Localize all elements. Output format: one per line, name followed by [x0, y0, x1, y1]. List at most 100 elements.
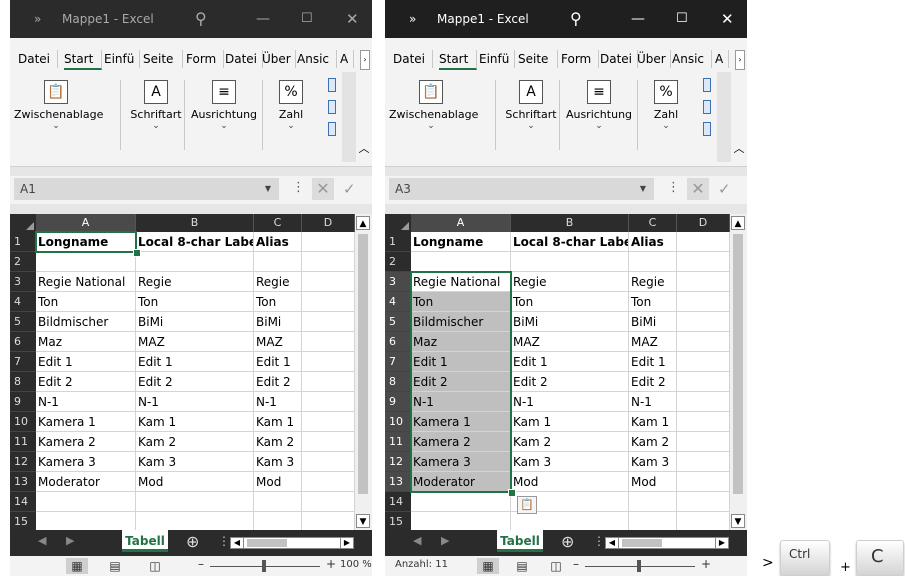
cell-c10[interactable]: Kam 1	[629, 412, 677, 432]
cell-b2[interactable]	[136, 252, 254, 272]
scroll-right-icon[interactable]: ▶	[715, 538, 728, 548]
styles-icon[interactable]	[703, 78, 711, 142]
cell-b8[interactable]: Edit 2	[136, 372, 254, 392]
cell-b7[interactable]: Edit 1	[511, 352, 629, 372]
cell-a1[interactable]: Longname	[36, 232, 136, 252]
cell-c1[interactable]: Alias	[254, 232, 302, 252]
cell-d13[interactable]	[677, 472, 730, 492]
cell-c4[interactable]: Ton	[629, 292, 677, 312]
cell-a6[interactable]: Maz	[36, 332, 136, 352]
cell-b11[interactable]: Kam 2	[136, 432, 254, 452]
vertical-scrollbar[interactable]: ▲ ▼	[355, 214, 372, 530]
cell-a2[interactable]	[36, 252, 136, 272]
sheet-tab[interactable]: Tabell	[122, 530, 168, 552]
ribbon-scroll[interactable]	[342, 72, 356, 162]
cell-b6[interactable]: MAZ	[511, 332, 629, 352]
tab-daten[interactable]: Datei	[600, 50, 638, 68]
close-icon[interactable]: ✕	[721, 0, 734, 38]
cell-c6[interactable]: MAZ	[629, 332, 677, 352]
cell-a3[interactable]: Regie National	[36, 272, 136, 292]
row-header[interactable]: 12	[385, 452, 411, 472]
cell-d7[interactable]	[677, 352, 730, 372]
cell-c1[interactable]: Alias	[629, 232, 677, 252]
cell-c12[interactable]: Kam 3	[254, 452, 302, 472]
row-header[interactable]: 11	[10, 432, 36, 452]
cell-b3[interactable]: Regie	[511, 272, 629, 292]
collapse-ribbon-icon[interactable]: ︿	[356, 140, 372, 160]
tab-formeln[interactable]: Form	[561, 50, 599, 68]
row-header[interactable]: 8	[10, 372, 36, 392]
scroll-down-icon[interactable]: ▼	[356, 514, 370, 528]
cell-a12[interactable]: Kamera 3	[36, 452, 136, 472]
cell-b11[interactable]: Kam 2	[511, 432, 629, 452]
cell-a4[interactable]: Ton	[411, 292, 511, 312]
row-header[interactable]: 2	[385, 252, 411, 272]
column-header-a[interactable]: A	[36, 214, 136, 232]
row-header[interactable]: 7	[385, 352, 411, 372]
row-header[interactable]: 6	[10, 332, 36, 352]
caret-down-icon[interactable]: ▼	[640, 178, 646, 200]
cell-a11[interactable]: Kamera 2	[36, 432, 136, 452]
tab-formeln[interactable]: Form	[186, 50, 224, 68]
cell-a14[interactable]	[411, 492, 511, 512]
cell-c11[interactable]: Kam 2	[629, 432, 677, 452]
cell-d14[interactable]	[302, 492, 355, 512]
row-header[interactable]: 4	[385, 292, 411, 312]
sheet-prev-icon[interactable]: ◀	[38, 534, 46, 547]
tab-start[interactable]: Start	[64, 50, 102, 70]
cell-d6[interactable]	[302, 332, 355, 352]
ribbon-group-font[interactable]: A Schriftart ⌄	[126, 80, 186, 131]
scroll-down-icon[interactable]: ▼	[731, 514, 745, 528]
name-box[interactable]: A1 ▼	[14, 178, 279, 200]
column-header-c[interactable]: C	[629, 214, 677, 232]
caret-down-icon[interactable]: ▼	[265, 178, 271, 200]
search-icon[interactable]: ⚲	[195, 0, 207, 38]
cell-a15[interactable]	[36, 512, 136, 530]
vertical-scrollbar[interactable]: ▲ ▼	[730, 214, 747, 530]
page-break-view-icon[interactable]: ◫	[144, 558, 166, 574]
tab-ansicht[interactable]: Ansic	[297, 50, 337, 68]
column-header-d[interactable]: D	[302, 214, 355, 232]
tab-ueberpruefen[interactable]: Über	[262, 50, 296, 68]
cell-a6[interactable]: Maz	[411, 332, 511, 352]
cell-d1[interactable]	[677, 232, 730, 252]
cell-d6[interactable]	[677, 332, 730, 352]
row-header[interactable]: 12	[10, 452, 36, 472]
cell-b15[interactable]	[511, 512, 629, 530]
add-sheet-icon[interactable]: ⊕	[186, 532, 199, 551]
add-sheet-icon[interactable]: ⊕	[561, 532, 574, 551]
cell-c9[interactable]: N-1	[629, 392, 677, 412]
sheet-tab[interactable]: Tabell	[497, 530, 543, 552]
cell-d9[interactable]	[302, 392, 355, 412]
cell-c14[interactable]	[254, 492, 302, 512]
cell-c7[interactable]: Edit 1	[254, 352, 302, 372]
tab-scroll-right-icon[interactable]: ›	[735, 50, 745, 70]
cell-d8[interactable]	[677, 372, 730, 392]
cell-b2[interactable]	[511, 252, 629, 272]
fill-handle[interactable]	[508, 489, 516, 497]
select-all-corner[interactable]	[385, 214, 411, 232]
cell-b4[interactable]: Ton	[136, 292, 254, 312]
cell-b5[interactable]: BiMi	[511, 312, 629, 332]
ribbon-group-alignment[interactable]: ≡ Ausrichtung ⌄	[561, 80, 637, 131]
ribbon-group-alignment[interactable]: ≡ Ausrichtung ⌄	[186, 80, 262, 131]
row-header[interactable]: 4	[10, 292, 36, 312]
ribbon-group-font[interactable]: A Schriftart ⌄	[501, 80, 561, 131]
cell-b5[interactable]: BiMi	[136, 312, 254, 332]
cell-d13[interactable]	[302, 472, 355, 492]
column-header-b[interactable]: B	[136, 214, 254, 232]
more-icon[interactable]: ⋮	[218, 534, 230, 548]
more-icon[interactable]: ⋮	[292, 180, 305, 195]
more-icon[interactable]: ⋮	[593, 534, 605, 548]
ribbon-scroll[interactable]	[717, 72, 731, 162]
cell-d15[interactable]	[302, 512, 355, 530]
tab-ansicht[interactable]: Ansic	[672, 50, 712, 68]
cell-a12[interactable]: Kamera 3	[411, 452, 511, 472]
tab-daten[interactable]: Datei	[225, 50, 263, 68]
cell-c15[interactable]	[629, 512, 677, 530]
row-header[interactable]: 14	[10, 492, 36, 512]
normal-view-icon[interactable]: ▦	[66, 558, 88, 574]
tab-einfuegen[interactable]: Einfü	[104, 50, 140, 68]
row-header[interactable]: 13	[10, 472, 36, 492]
column-header-d[interactable]: D	[677, 214, 730, 232]
